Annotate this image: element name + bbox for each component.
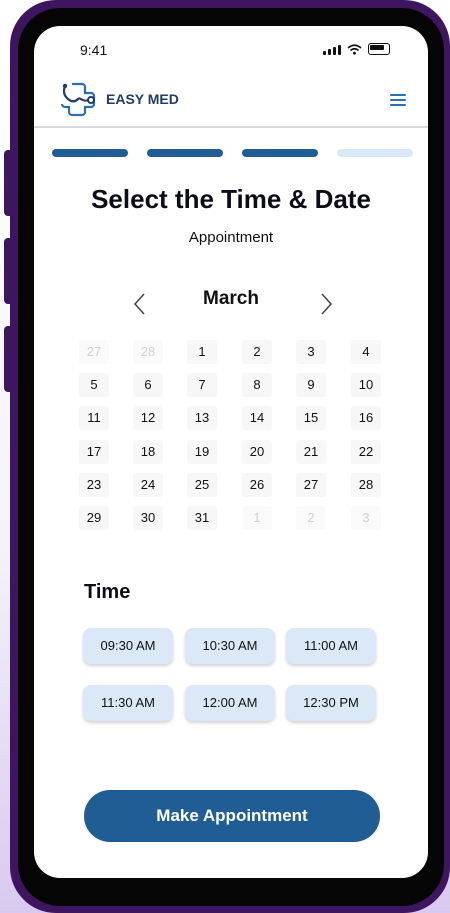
progress-segment — [52, 149, 128, 157]
calendar-day[interactable]: 11 — [79, 406, 109, 430]
time-slot-button[interactable]: 11:30 AM — [83, 685, 173, 721]
phone-side-button — [4, 238, 16, 304]
calendar-day[interactable]: 8 — [242, 373, 272, 397]
calendar-day[interactable]: 31 — [187, 506, 217, 530]
calendar-day[interactable]: 26 — [242, 473, 272, 497]
calendar-day[interactable]: 24 — [133, 473, 163, 497]
time-slot-button[interactable]: 12:30 PM — [286, 685, 376, 721]
calendar-day[interactable]: 29 — [79, 506, 109, 530]
app-name: EASY MED — [106, 91, 179, 107]
time-section-label: Time — [84, 581, 131, 603]
signal-icon — [323, 45, 341, 55]
calendar-day[interactable]: 9 — [296, 373, 326, 397]
calendar-day[interactable]: 19 — [187, 440, 217, 464]
calendar-day: 1 — [242, 506, 272, 530]
progress-segment — [147, 149, 223, 157]
calendar-day[interactable]: 22 — [351, 440, 381, 464]
time-slot-button[interactable]: 10:30 AM — [185, 628, 275, 664]
calendar-day[interactable]: 3 — [296, 340, 326, 364]
app-logo[interactable]: EASY MED — [58, 80, 179, 118]
calendar-day[interactable]: 20 — [242, 440, 272, 464]
calendar-day[interactable]: 21 — [296, 440, 326, 464]
status-icons — [323, 43, 390, 55]
phone-side-button — [4, 150, 16, 216]
calendar-day[interactable]: 6 — [133, 373, 163, 397]
step-progress — [52, 149, 413, 157]
month-navigator: March — [34, 288, 428, 318]
time-slot-button[interactable]: 12:00 AM — [185, 685, 275, 721]
calendar-day: 27 — [79, 340, 109, 364]
progress-segment — [337, 149, 413, 157]
stethoscope-cross-logo-icon — [60, 82, 96, 117]
calendar-day[interactable]: 18 — [133, 440, 163, 464]
calendar-day[interactable]: 23 — [79, 473, 109, 497]
calendar-day[interactable]: 15 — [296, 406, 326, 430]
calendar-day[interactable]: 12 — [133, 406, 163, 430]
calendar-day: 28 — [133, 340, 163, 364]
calendar-day: 2 — [296, 506, 326, 530]
hamburger-menu-icon[interactable] — [390, 94, 406, 106]
progress-segment — [242, 149, 318, 157]
month-label: March — [203, 288, 259, 309]
calendar-day[interactable]: 17 — [79, 440, 109, 464]
calendar-day[interactable]: 16 — [351, 406, 381, 430]
calendar-day[interactable]: 13 — [187, 406, 217, 430]
calendar-day[interactable]: 1 — [187, 340, 217, 364]
calendar-day[interactable]: 14 — [242, 406, 272, 430]
page-title: Select the Time & Date — [91, 184, 371, 214]
page-subtitle: Appointment — [188, 229, 274, 246]
calendar-day[interactable]: 28 — [351, 473, 381, 497]
chevron-right-icon[interactable] — [316, 292, 336, 316]
calendar-day[interactable]: 2 — [242, 340, 272, 364]
calendar-day[interactable]: 10 — [351, 373, 381, 397]
calendar-day[interactable]: 7 — [187, 373, 217, 397]
time-slot-button[interactable]: 11:00 AM — [286, 628, 376, 664]
calendar-day[interactable]: 25 — [187, 473, 217, 497]
make-appointment-button[interactable]: Make Appointment — [84, 790, 380, 842]
calendar-day[interactable]: 4 — [351, 340, 381, 364]
app-header: EASY MED — [34, 72, 428, 128]
app-screen: 9:41 EASY MED Select the Time & Date App… — [34, 26, 428, 878]
time-slot-button[interactable]: 09:30 AM — [83, 628, 173, 664]
calendar-day[interactable]: 30 — [133, 506, 163, 530]
battery-icon — [368, 43, 390, 55]
status-bar: 9:41 — [34, 26, 428, 72]
calendar-day[interactable]: 27 — [296, 473, 326, 497]
calendar-day: 3 — [351, 506, 381, 530]
phone-side-button — [4, 326, 16, 392]
status-time: 9:41 — [80, 42, 108, 58]
wifi-icon — [347, 44, 362, 55]
calendar-day[interactable]: 5 — [79, 373, 109, 397]
